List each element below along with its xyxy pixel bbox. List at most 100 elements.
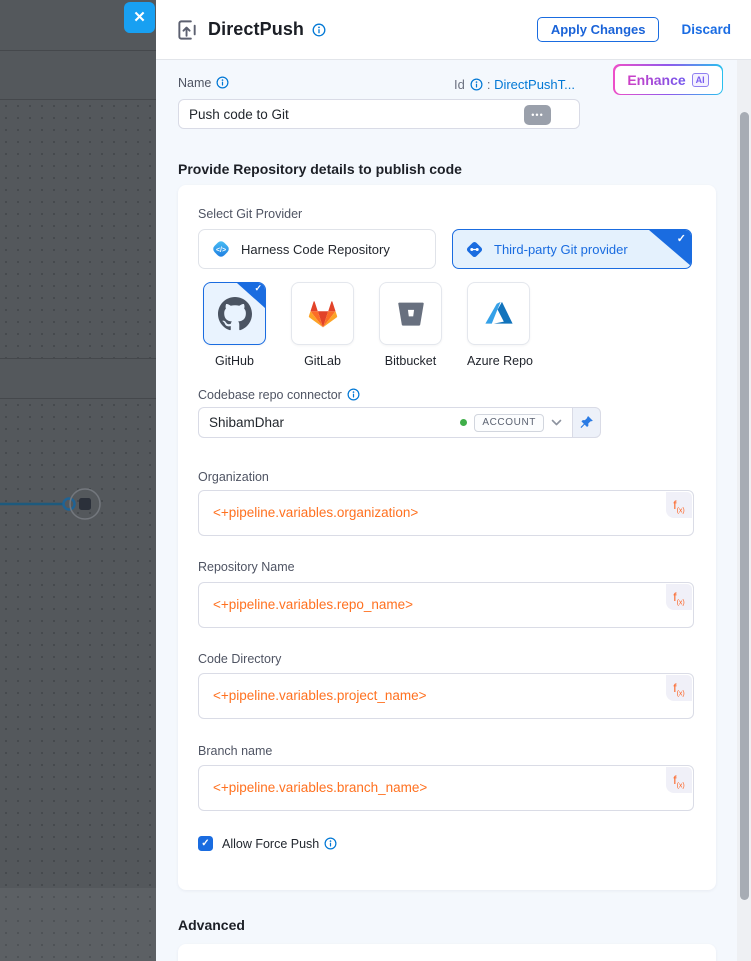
connectivity-status-icon: [460, 419, 467, 426]
canvas-divider: [0, 358, 156, 359]
select-git-provider-label: Select Git Provider: [198, 207, 302, 221]
code-directory-value: <+pipeline.variables.project_name>: [213, 688, 427, 703]
step-id-value[interactable]: DirectPushT...: [494, 77, 575, 92]
name-label-row: Name: [178, 76, 229, 90]
organization-value: <+pipeline.variables.organization>: [213, 505, 418, 520]
github-icon: [218, 297, 252, 331]
fx-sub: (x): [677, 599, 685, 606]
svg-text:</>: </>: [216, 247, 226, 254]
branch-name-input[interactable]: <+pipeline.variables.branch_name> f(x): [198, 765, 694, 811]
direct-push-step-icon: [176, 18, 199, 42]
apply-changes-button[interactable]: Apply Changes: [537, 17, 660, 42]
pipeline-canvas: ✕: [0, 0, 156, 961]
enhance-ai-button[interactable]: Enhance AI: [613, 64, 723, 95]
chevron-down-icon[interactable]: [551, 419, 562, 427]
check-icon: ✓: [677, 232, 686, 245]
close-icon: ✕: [133, 9, 146, 26]
allow-force-push-row: ✓ Allow Force Push: [198, 836, 337, 851]
step-info-icon[interactable]: [312, 23, 326, 37]
fx-sub: (x): [677, 690, 685, 697]
harness-option-label: Harness Code Repository: [241, 242, 390, 257]
force-push-info-icon[interactable]: [324, 837, 337, 850]
enhance-inner: Enhance AI: [615, 66, 722, 94]
discard-link[interactable]: Discard: [681, 22, 731, 37]
drawer-body: Name Id: DirectPushT... Enhance AI Push …: [156, 60, 751, 961]
advanced-card[interactable]: [178, 944, 716, 961]
link-port-icon[interactable]: [64, 499, 75, 510]
git-provider-tile-labels: GitHub GitLab Bitbucket Azure Repo: [203, 354, 530, 368]
enhance-label: Enhance: [627, 72, 685, 88]
organization-label: Organization: [198, 470, 269, 484]
git-icon: [465, 240, 484, 259]
more-options-icon[interactable]: •••: [524, 105, 551, 125]
repository-name-label: Repository Name: [198, 560, 295, 574]
tile-label-github: GitHub: [203, 354, 266, 368]
gitlab-icon: [306, 297, 340, 331]
canvas-divider: [0, 99, 156, 100]
pipeline-node-graph[interactable]: [0, 484, 120, 524]
id-label: Id: [454, 77, 465, 92]
name-input[interactable]: Push code to Git •••: [178, 99, 580, 129]
step-title: DirectPush: [208, 19, 304, 40]
app-root: ✕ DirectPush Apply Changes Disc: [0, 0, 751, 961]
connector-select[interactable]: ShibamDhar ACCOUNT: [198, 407, 572, 438]
canvas-divider: [0, 398, 156, 399]
tile-label-gitlab: GitLab: [291, 354, 354, 368]
close-drawer-button[interactable]: ✕: [124, 2, 155, 33]
ai-badge: AI: [692, 73, 709, 87]
bitbucket-icon: [395, 298, 427, 330]
branch-name-value: <+pipeline.variables.branch_name>: [213, 780, 427, 795]
pin-connector-button[interactable]: [572, 407, 601, 438]
scope-badge: ACCOUNT: [474, 414, 544, 432]
fx-sub: (x): [677, 507, 685, 514]
fx-expression-icon[interactable]: f(x): [666, 584, 692, 610]
repository-details-card: Select Git Provider </> Harness Code Rep…: [178, 185, 716, 890]
connector-label: Codebase repo connector: [198, 388, 342, 402]
id-info-icon[interactable]: [470, 78, 483, 91]
canvas-divider: [0, 50, 156, 51]
name-label: Name: [178, 76, 211, 90]
connector-label-row: Codebase repo connector: [198, 388, 360, 402]
harness-code-icon: </>: [211, 239, 231, 259]
code-directory-input[interactable]: <+pipeline.variables.project_name> f(x): [198, 673, 694, 719]
harness-code-repository-option[interactable]: </> Harness Code Repository: [198, 229, 436, 269]
allow-force-push-label: Allow Force Push: [222, 837, 319, 851]
scrollbar-track[interactable]: [737, 60, 751, 961]
connector-info-icon[interactable]: [347, 388, 360, 401]
connector-meta: ACCOUNT: [460, 414, 562, 432]
connector-row: ShibamDhar ACCOUNT: [198, 407, 601, 438]
tile-label-bitbucket: Bitbucket: [379, 354, 442, 368]
repository-name-input[interactable]: <+pipeline.variables.repo_name> f(x): [198, 582, 694, 628]
drawer-header: DirectPush Apply Changes Discard: [156, 0, 751, 60]
id-separator: :: [487, 77, 491, 92]
check-icon: ✓: [254, 283, 262, 294]
fx-expression-icon[interactable]: f(x): [666, 675, 692, 701]
pushpin-icon: [579, 415, 594, 430]
step-node-icon: [79, 498, 91, 510]
repository-name-value: <+pipeline.variables.repo_name>: [213, 597, 413, 612]
scrollbar-thumb[interactable]: [740, 112, 749, 900]
tile-github[interactable]: ✓: [203, 282, 266, 345]
tile-azure-repo[interactable]: [467, 282, 530, 345]
git-provider-tiles: ✓: [203, 282, 530, 345]
fx-expression-icon[interactable]: f(x): [666, 492, 692, 518]
step-config-drawer: DirectPush Apply Changes Discard Name Id…: [156, 0, 751, 961]
canvas-lower-band: [0, 888, 156, 961]
fx-expression-icon[interactable]: f(x): [666, 767, 692, 793]
tile-gitlab[interactable]: [291, 282, 354, 345]
thirdparty-git-provider-option[interactable]: Third-party Git provider ✓: [452, 229, 692, 269]
code-directory-label: Code Directory: [198, 652, 281, 666]
step-id-row: Id: DirectPushT...: [454, 77, 575, 92]
fx-sub: (x): [677, 782, 685, 789]
name-info-icon[interactable]: [216, 76, 229, 89]
section-heading: Provide Repository details to publish co…: [178, 161, 462, 177]
name-input-value: Push code to Git: [189, 107, 289, 122]
branch-name-label: Branch name: [198, 744, 272, 758]
tile-label-azure: Azure Repo: [467, 354, 530, 368]
azure-icon: [482, 297, 516, 331]
advanced-heading: Advanced: [178, 917, 245, 933]
organization-input[interactable]: <+pipeline.variables.organization> f(x): [198, 490, 694, 536]
thirdparty-option-label: Third-party Git provider: [494, 242, 628, 257]
tile-bitbucket[interactable]: [379, 282, 442, 345]
allow-force-push-checkbox[interactable]: ✓: [198, 836, 213, 851]
